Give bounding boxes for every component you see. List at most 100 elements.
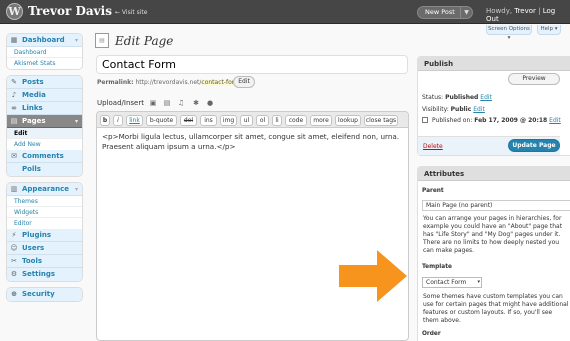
chevron-down-icon[interactable]: ▼: [460, 7, 472, 18]
submenu-pages-edit[interactable]: Edit: [7, 128, 82, 139]
chevron-down-icon[interactable]: ▾: [75, 183, 78, 196]
menu-appearance[interactable]: ▥ Appearance ▾: [7, 183, 82, 196]
update-page-button[interactable]: Update Page: [508, 139, 560, 152]
add-image-icon[interactable]: ▣: [149, 99, 157, 107]
quicktag-li-button[interactable]: li: [272, 115, 282, 126]
add-media-icon[interactable]: ✱: [192, 99, 200, 107]
screen-options-button[interactable]: Screen Options ▾: [486, 25, 532, 41]
appearance-icon: ▥: [10, 185, 18, 193]
submenu-pages-add-new[interactable]: Add New: [7, 139, 82, 150]
menu-pages[interactable]: ▤ Pages ▾: [7, 115, 82, 128]
comments-icon: ✉: [11, 152, 17, 160]
quicktag-lookup-button[interactable]: lookup: [335, 115, 361, 126]
quicktag-ol-button[interactable]: ol: [256, 115, 269, 126]
submenu-akismet-stats[interactable]: Akismet Stats: [7, 58, 82, 69]
status-edit-link[interactable]: Edit: [480, 94, 492, 101]
menu-posts[interactable]: ✎ Posts: [7, 76, 82, 89]
preview-button[interactable]: Preview: [508, 73, 560, 85]
separator: |: [538, 7, 541, 15]
menu-settings[interactable]: ⚙ Settings: [7, 268, 82, 281]
admin-sidebar: ▦ Dashboard ▾ Dashboard Akismet Stats ✎ …: [6, 33, 83, 307]
quicktag-ul-button[interactable]: ul: [240, 115, 253, 126]
user-profile-link[interactable]: Trevor: [514, 7, 536, 15]
chevron-down-icon[interactable]: ▾: [75, 34, 78, 47]
quicktag-code-button[interactable]: code: [285, 115, 307, 126]
menu-users[interactable]: ☺ Users: [7, 242, 82, 255]
page-title: Edit Page: [115, 34, 174, 48]
menu-plugins-label: Plugins: [22, 231, 52, 239]
add-audio-icon[interactable]: ♫: [177, 99, 185, 107]
menu-tools[interactable]: ✂ Tools: [7, 255, 82, 268]
menu-group-security: ⊕ Security: [6, 287, 83, 302]
help-button[interactable]: Help ▾: [537, 25, 561, 35]
upload-insert-label: Upload/Insert: [97, 99, 144, 107]
quicktags-toolbar: b i link b-quote del ins img ul ol li co…: [97, 112, 408, 128]
wordpress-logo-icon: W: [6, 3, 23, 20]
quicktag-italic-button[interactable]: i: [113, 115, 123, 126]
quicktag-link-button[interactable]: link: [126, 115, 143, 126]
submenu-editor[interactable]: Editor: [7, 218, 82, 229]
title-input[interactable]: Contact Form: [96, 55, 408, 74]
submenu-dashboard[interactable]: Dashboard: [7, 47, 82, 58]
parent-select[interactable]: Main Page (no parent): [422, 200, 570, 211]
submenu-themes[interactable]: Themes: [7, 196, 82, 207]
dashboard-icon: ▦: [10, 36, 18, 44]
quicktag-ins-button[interactable]: ins: [200, 115, 217, 126]
users-icon: ☺: [10, 244, 18, 252]
pages-icon: ▤: [10, 117, 18, 125]
visit-site-link[interactable]: ← Visit site: [115, 9, 147, 16]
media-icon: ♪: [11, 91, 17, 99]
new-post-button[interactable]: New Post ▼: [417, 6, 473, 19]
tools-icon: ✂: [11, 257, 17, 265]
submenu-widgets[interactable]: Widgets: [7, 207, 82, 218]
menu-users-label: Users: [22, 244, 45, 252]
published-on-edit-link[interactable]: Edit: [549, 117, 561, 124]
visibility-edit-link[interactable]: Edit: [473, 106, 485, 113]
quicktag-del-button[interactable]: del: [180, 115, 197, 126]
published-on-value: Feb 17, 2009 @ 20:18: [474, 117, 548, 124]
admin-header: W Trevor Davis ← Visit site New Post ▼ H…: [0, 0, 570, 24]
quicktag-close-tags-button[interactable]: close tags: [364, 115, 398, 126]
site-title[interactable]: Trevor Davis: [28, 4, 112, 18]
menu-security[interactable]: ⊕ Security: [7, 288, 82, 301]
permalink: Permalink: http://trevordavis.net/contac…: [97, 79, 242, 86]
posts-icon: ✎: [11, 78, 17, 86]
visibility-line: Visibility: Public Edit: [422, 106, 485, 113]
menu-plugins[interactable]: ⚡ Plugins: [7, 229, 82, 242]
menu-group-settings: ▥ Appearance ▾ Themes Widgets Editor ⚡ P…: [6, 182, 83, 282]
menu-pages-label: Pages: [22, 117, 46, 125]
security-icon: ⊕: [11, 290, 17, 298]
quicktag-bold-button[interactable]: b: [100, 115, 110, 126]
parent-help-text: You can arrange your pages in hierarchie…: [423, 215, 563, 254]
chevron-down-icon[interactable]: ▾: [75, 115, 78, 128]
add-poll-icon[interactable]: ●: [206, 99, 214, 107]
template-select[interactable]: Contact Form ▾: [422, 277, 482, 288]
menu-media[interactable]: ♪ Media: [7, 89, 82, 102]
links-icon: ∞: [11, 104, 17, 112]
quicktag-more-button[interactable]: more: [310, 115, 332, 126]
editor-content[interactable]: <p>Morbi ligula lectus, ullamcorper sit …: [97, 128, 408, 156]
menu-comments[interactable]: ✉ Comments: [7, 150, 82, 163]
quicktag-img-button[interactable]: img: [220, 115, 237, 126]
add-video-icon[interactable]: ▤: [163, 99, 171, 107]
delete-link[interactable]: Delete: [423, 143, 443, 150]
menu-links[interactable]: ∞ Links: [7, 102, 82, 115]
published-on-line: Published on: Feb 17, 2009 @ 20:18 Edit: [432, 117, 561, 124]
publish-heading: Publish: [418, 57, 570, 71]
menu-dashboard-label: Dashboard: [22, 36, 65, 44]
content-editor[interactable]: b i link b-quote del ins img ul ol li co…: [96, 111, 409, 341]
menu-posts-label: Posts: [22, 78, 44, 86]
menu-polls-label: Polls: [22, 165, 41, 173]
menu-dashboard[interactable]: ▦ Dashboard ▾: [7, 34, 82, 47]
menu-security-label: Security: [22, 290, 55, 298]
edit-permalink-button[interactable]: Edit: [233, 76, 255, 88]
calendar-icon: [422, 117, 428, 123]
quicktag-bquote-button[interactable]: b-quote: [146, 115, 177, 126]
orange-arrow-annotation: [339, 250, 407, 302]
template-help-text: Some themes have custom templates you ca…: [423, 293, 569, 324]
parent-label: Parent: [422, 188, 444, 194]
settings-icon: ⚙: [10, 270, 18, 278]
visibility-label: Visibility:: [422, 106, 449, 113]
select-arrows-icon: ▾: [477, 279, 480, 285]
menu-polls[interactable]: Polls: [7, 163, 82, 176]
